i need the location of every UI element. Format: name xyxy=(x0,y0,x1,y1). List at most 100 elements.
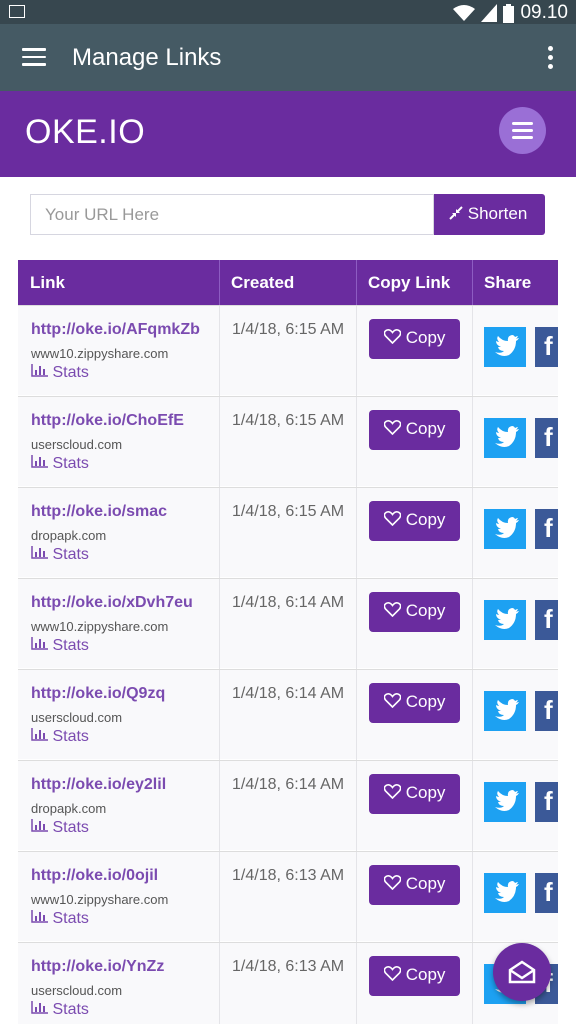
header-created: Created xyxy=(219,260,357,305)
twitter-share-button[interactable] xyxy=(484,327,526,367)
envelope-open-icon xyxy=(508,960,536,984)
header-copy-link: Copy Link xyxy=(356,260,473,305)
bar-chart-icon xyxy=(31,637,48,650)
twitter-share-button[interactable] xyxy=(484,782,526,822)
copy-button[interactable]: Copy xyxy=(369,410,460,450)
copy-label: Copy xyxy=(405,601,446,620)
short-link[interactable]: http://oke.io/0ojil xyxy=(31,867,158,885)
facebook-share-button[interactable]: f xyxy=(535,873,558,913)
copy-button[interactable]: Copy xyxy=(369,865,460,905)
stats-label: Stats xyxy=(52,637,89,654)
bar-chart-icon xyxy=(31,819,48,832)
copy-button[interactable]: Copy xyxy=(369,592,460,632)
bar-chart-icon xyxy=(31,364,48,377)
stats-label: Stats xyxy=(52,1001,89,1018)
short-link[interactable]: http://oke.io/xDvh7eu xyxy=(31,594,193,612)
stats-link[interactable]: Stats xyxy=(31,364,89,382)
created-date: 1/4/18, 6:14 AM xyxy=(232,594,345,611)
twitter-icon xyxy=(495,426,519,447)
stats-label: Stats xyxy=(52,728,89,745)
heart-icon xyxy=(383,784,402,800)
link-domain: www10.zippyshare.com xyxy=(31,619,169,634)
copy-button[interactable]: Copy xyxy=(369,683,460,723)
heart-icon xyxy=(383,511,402,527)
twitter-share-button[interactable] xyxy=(484,600,526,640)
bar-chart-icon xyxy=(31,455,48,468)
copy-label: Copy xyxy=(405,328,446,347)
twitter-share-button[interactable] xyxy=(484,873,526,913)
stats-link[interactable]: Stats xyxy=(31,1001,89,1019)
short-link[interactable]: http://oke.io/AFqmkZb xyxy=(31,321,200,339)
copy-button[interactable]: Copy xyxy=(369,956,460,996)
facebook-share-button[interactable]: f xyxy=(535,691,558,731)
page-title: Manage Links xyxy=(72,44,222,71)
stats-link[interactable]: Stats xyxy=(31,910,89,928)
facebook-share-button[interactable]: f xyxy=(535,509,558,549)
heart-icon xyxy=(383,966,402,982)
created-date: 1/4/18, 6:13 AM xyxy=(232,867,345,884)
bar-chart-icon xyxy=(31,1001,48,1014)
facebook-share-button[interactable]: f xyxy=(535,327,558,367)
site-menu-button[interactable] xyxy=(499,107,546,154)
table-row: http://oke.io/xDvh7eu www10.zippyshare.co… xyxy=(18,578,558,669)
created-date: 1/4/18, 6:15 AM xyxy=(232,321,345,338)
site-logo[interactable]: OKE.IO xyxy=(25,113,145,152)
facebook-icon: f xyxy=(544,695,553,725)
link-domain: dropapk.com xyxy=(31,801,107,816)
copy-button[interactable]: Copy xyxy=(369,319,460,359)
short-link[interactable]: http://oke.io/ey2lil xyxy=(31,776,166,794)
stats-link[interactable]: Stats xyxy=(31,637,89,655)
links-table[interactable]: Link Created Copy Link Share http://oke.… xyxy=(18,260,558,1024)
wifi-icon xyxy=(453,5,476,21)
twitter-share-button[interactable] xyxy=(484,418,526,458)
copy-label: Copy xyxy=(405,783,446,802)
stats-link[interactable]: Stats xyxy=(31,819,89,837)
shorten-button[interactable]: Shorten xyxy=(434,194,545,235)
twitter-icon xyxy=(495,608,519,629)
facebook-icon: f xyxy=(544,422,553,452)
twitter-icon xyxy=(495,881,519,902)
link-domain: userscloud.com xyxy=(31,437,123,452)
copy-button[interactable]: Copy xyxy=(369,774,460,814)
twitter-share-button[interactable] xyxy=(484,691,526,731)
facebook-share-button[interactable]: f xyxy=(535,600,558,640)
short-link[interactable]: http://oke.io/smac xyxy=(31,503,167,521)
stats-label: Stats xyxy=(52,364,89,381)
hamburger-icon[interactable] xyxy=(22,48,46,66)
stats-link[interactable]: Stats xyxy=(31,728,89,746)
heart-icon xyxy=(383,420,402,436)
shorten-form: Your URL Here Shorten xyxy=(30,194,546,235)
facebook-icon: f xyxy=(544,786,553,816)
stats-link[interactable]: Stats xyxy=(31,546,89,564)
table-row: http://oke.io/Q9zq userscloud.com Stats 1/… xyxy=(18,669,558,760)
created-date: 1/4/18, 6:15 AM xyxy=(232,503,345,520)
bar-chart-icon xyxy=(31,546,48,559)
shorten-label: Shorten xyxy=(467,204,528,223)
facebook-share-button[interactable]: f xyxy=(535,782,558,822)
stats-link[interactable]: Stats xyxy=(31,455,89,473)
copy-label: Copy xyxy=(405,692,446,711)
facebook-share-button[interactable]: f xyxy=(535,418,558,458)
table-row: http://oke.io/AFqmkZb www10.zippyshare.co… xyxy=(18,305,558,396)
feedback-fab[interactable] xyxy=(493,943,551,1001)
kebab-icon[interactable] xyxy=(548,46,554,73)
link-domain: userscloud.com xyxy=(31,983,123,998)
heart-icon xyxy=(383,602,402,618)
header-link: Link xyxy=(18,260,220,305)
table-row: http://oke.io/smac dropapk.com Stats 1/4/1… xyxy=(18,487,558,578)
copy-label: Copy xyxy=(405,419,446,438)
link-domain: userscloud.com xyxy=(31,710,123,725)
short-link[interactable]: http://oke.io/ChoEfE xyxy=(31,412,184,430)
url-input[interactable]: Your URL Here xyxy=(30,194,434,235)
short-link[interactable]: http://oke.io/YnZz xyxy=(31,958,164,976)
facebook-icon: f xyxy=(544,877,553,907)
compress-icon xyxy=(449,206,463,220)
heart-icon xyxy=(383,693,402,709)
bar-chart-icon xyxy=(31,728,48,741)
short-link[interactable]: http://oke.io/Q9zq xyxy=(31,685,165,703)
facebook-icon: f xyxy=(544,513,553,543)
heart-icon xyxy=(383,875,402,891)
copy-button[interactable]: Copy xyxy=(369,501,460,541)
table-row: http://oke.io/YnZz userscloud.com Stats 1/… xyxy=(18,942,558,1024)
twitter-share-button[interactable] xyxy=(484,509,526,549)
